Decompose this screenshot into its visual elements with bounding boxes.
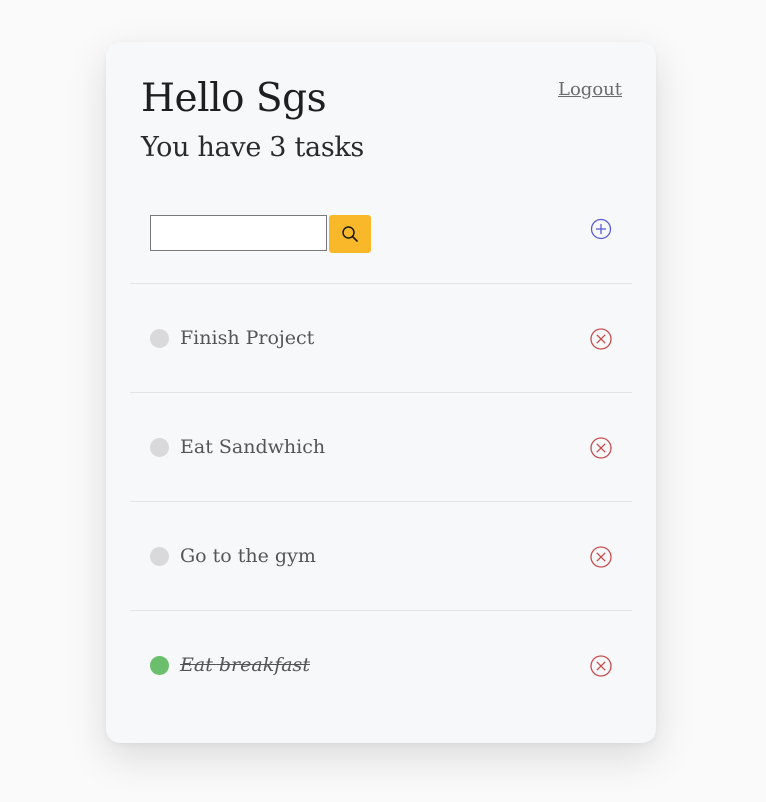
- task-item: Finish Project: [130, 283, 632, 392]
- task-text: Eat breakfast: [180, 654, 310, 676]
- delete-task-button[interactable]: [589, 654, 613, 678]
- plus-circle-icon: [590, 218, 612, 240]
- search-input[interactable]: [150, 215, 327, 251]
- delete-task-button[interactable]: [589, 545, 613, 569]
- delete-task-button[interactable]: [589, 327, 613, 351]
- delete-task-button[interactable]: [589, 436, 613, 460]
- greeting-heading: Hello Sgs: [141, 76, 327, 121]
- search-bar: [150, 215, 622, 253]
- task-status-toggle[interactable]: [150, 329, 169, 348]
- task-text: Eat Sandwhich: [180, 436, 326, 458]
- task-count-subtitle: You have 3 tasks: [141, 132, 364, 163]
- logout-link[interactable]: Logout: [558, 79, 622, 100]
- task-item: Go to the gym: [130, 501, 632, 610]
- todo-card: Hello Sgs You have 3 tasks Logout Finish…: [106, 42, 656, 743]
- search-button[interactable]: [329, 215, 371, 253]
- x-circle-icon: [590, 437, 612, 459]
- x-circle-icon: [590, 655, 612, 677]
- add-task-button[interactable]: [590, 218, 612, 240]
- task-status-toggle[interactable]: [150, 656, 169, 675]
- task-text: Finish Project: [180, 327, 315, 349]
- search-icon: [342, 226, 358, 242]
- task-text: Go to the gym: [180, 545, 316, 567]
- task-status-toggle[interactable]: [150, 547, 169, 566]
- task-item: Eat breakfast: [130, 610, 632, 719]
- x-circle-icon: [590, 328, 612, 350]
- task-item: Eat Sandwhich: [130, 392, 632, 501]
- task-status-toggle[interactable]: [150, 438, 169, 457]
- x-circle-icon: [590, 546, 612, 568]
- task-list: Finish Project Eat Sandwhich Go to the g…: [130, 283, 632, 719]
